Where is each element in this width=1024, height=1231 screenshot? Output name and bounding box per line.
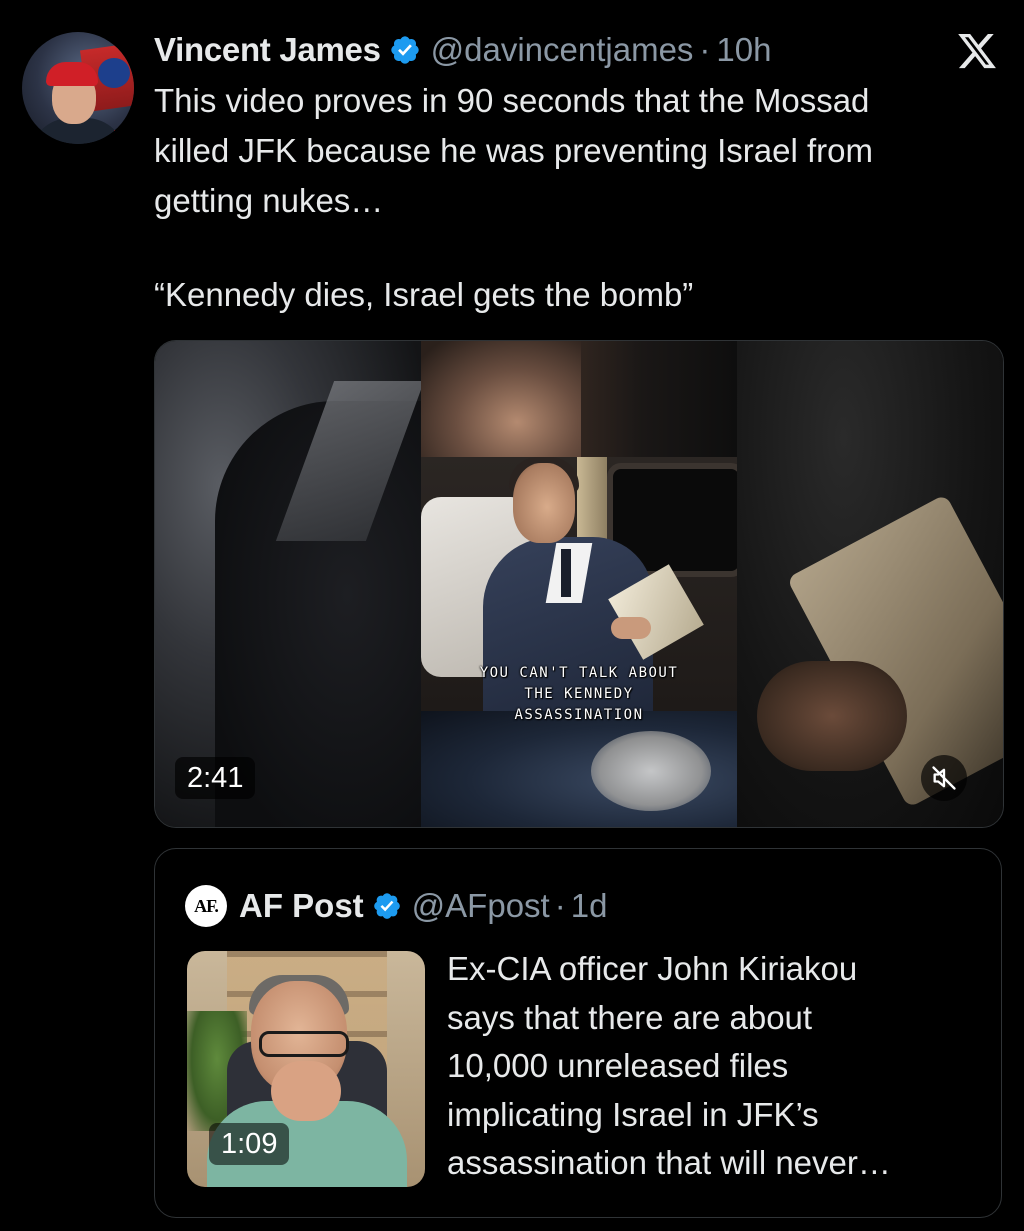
quoted-text-line: Ex-CIA officer John Kiriakou (447, 950, 858, 987)
quoted-text-line: 10,000 unreleased files (447, 1047, 789, 1084)
tweet-time[interactable]: 10h (716, 31, 771, 69)
video-frame-bottom-blur (421, 711, 737, 827)
verified-badge-icon (390, 36, 419, 64)
author-name[interactable]: Vincent James (154, 31, 381, 69)
tweet-text: This video proves in 90 seconds that the… (154, 76, 1004, 320)
verified-badge-icon (373, 893, 400, 919)
video-duration-badge: 2:41 (175, 757, 256, 799)
muted-speaker-icon (932, 766, 956, 790)
quoted-author-name[interactable]: AF Post (239, 887, 364, 925)
quoted-tweet-header: AF. AF Post @AFpost · 1d (185, 883, 607, 929)
quoted-video-thumbnail[interactable]: 1:09 (187, 951, 425, 1187)
quoted-author-avatar[interactable]: AF. (185, 885, 227, 927)
tweet-text-line: killed JFK because he was preventing Isr… (154, 132, 874, 169)
video-caption: YOU CAN'T TALK ABOUT THE KENNEDY ASSASSI… (421, 663, 737, 726)
x-logo-icon (958, 33, 996, 69)
quoted-tweet-time[interactable]: 1d (571, 887, 608, 925)
tweet-header: Vincent James @davincentjames · 10h (154, 26, 771, 74)
caption-line: THE KENNEDY (524, 686, 634, 702)
video-frame-left (155, 341, 455, 827)
avatar-flag-emblem (98, 58, 130, 88)
quoted-tweet-text: Ex-CIA officer John Kiriakou says that t… (447, 945, 987, 1188)
mute-button[interactable] (921, 755, 967, 801)
quoted-text-line: assassination that will never… (447, 1144, 891, 1181)
quoted-text-line: says that there are about (447, 998, 813, 1036)
tweet-quote-line: “Kennedy dies, Israel gets the bomb” (154, 276, 694, 313)
tweet-text-line: getting nukes… (154, 182, 384, 219)
avatar-tag: STA (114, 130, 134, 144)
author-avatar[interactable]: STA (22, 32, 134, 144)
quoted-text-line: implicating Israel in JFK’s (447, 1095, 819, 1133)
caption-line: ASSASSINATION (514, 707, 644, 723)
video-player[interactable]: YOU CAN'T TALK ABOUT THE KENNEDY ASSASSI… (154, 340, 1004, 828)
tweet-text-line: This video proves in 90 seconds that the… (154, 82, 870, 119)
separator-dot: · (554, 887, 566, 924)
author-handle[interactable]: @davincentjames (431, 31, 694, 69)
quoted-author-handle[interactable]: @AFpost (412, 887, 550, 925)
quoted-video-duration-badge: 1:09 (209, 1123, 290, 1165)
video-frame-right (737, 341, 1003, 827)
separator-dot: · (699, 31, 711, 68)
quoted-tweet[interactable]: AF. AF Post @AFpost · 1d 1:09 Ex-CIA off… (154, 848, 1002, 1218)
tweet[interactable]: STA Vincent James @davincentjames · 10h … (0, 0, 1024, 1231)
video-frame-top-blur (421, 341, 737, 457)
caption-line: YOU CAN'T TALK ABOUT (479, 665, 679, 681)
avatar-cap (46, 62, 98, 86)
